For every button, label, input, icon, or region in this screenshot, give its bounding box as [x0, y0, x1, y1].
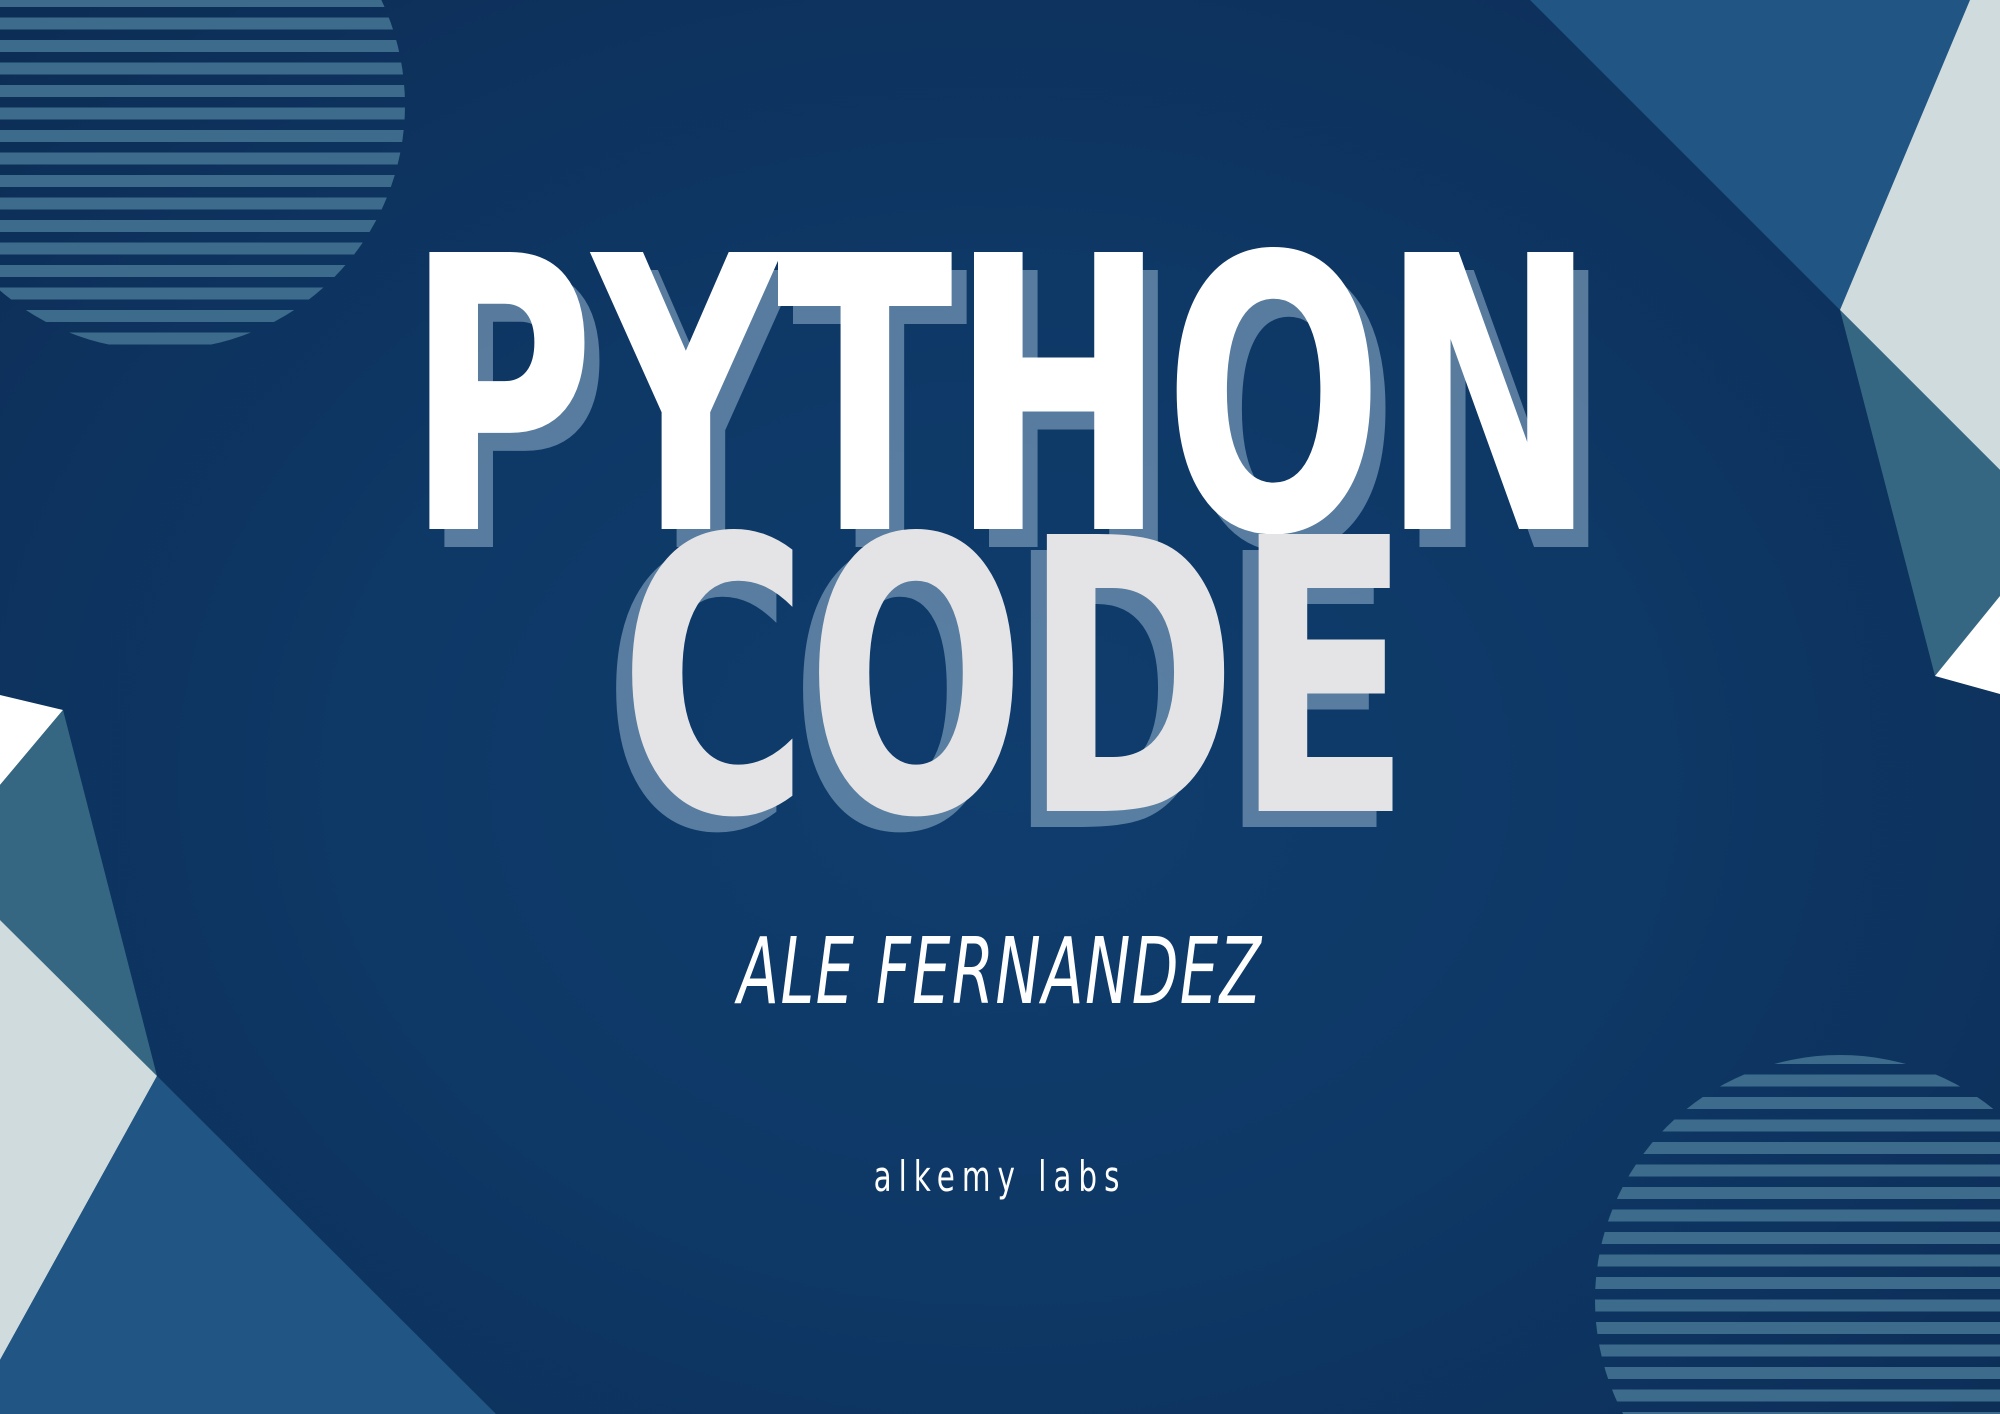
stripe	[1595, 1209, 2000, 1222]
stripe	[1595, 1232, 2000, 1244]
stripe	[1595, 1299, 2000, 1312]
stripe	[1595, 1097, 2000, 1109]
stripe	[0, 0, 405, 7]
author-name: ALE FERNANDEZ	[737, 918, 1263, 1025]
stripe	[1595, 1344, 2000, 1357]
stripe	[1595, 1277, 2000, 1289]
title-line2: CODE	[619, 458, 1411, 901]
stripe	[0, 175, 405, 187]
stripe	[0, 107, 405, 120]
stripe	[0, 40, 405, 52]
stripe	[1595, 1074, 2000, 1087]
stripe	[1595, 1367, 2000, 1379]
stripe	[1595, 1389, 2000, 1402]
stripe	[0, 17, 405, 30]
stripe	[0, 152, 405, 165]
stripe	[1595, 1119, 2000, 1132]
stripe	[1595, 1254, 2000, 1267]
stripe	[0, 130, 405, 142]
striped-circle-bottom-right	[1595, 1055, 2000, 1414]
stripe	[1595, 1322, 2000, 1334]
book-cover: PYTHON CODE PYTHON CODE ALE FERNANDEZ al…	[0, 0, 2000, 1414]
publisher-name: alkemy labs	[873, 1152, 1127, 1201]
stripe	[0, 85, 405, 97]
stripe	[1595, 1055, 2000, 1064]
stripe	[0, 62, 405, 75]
